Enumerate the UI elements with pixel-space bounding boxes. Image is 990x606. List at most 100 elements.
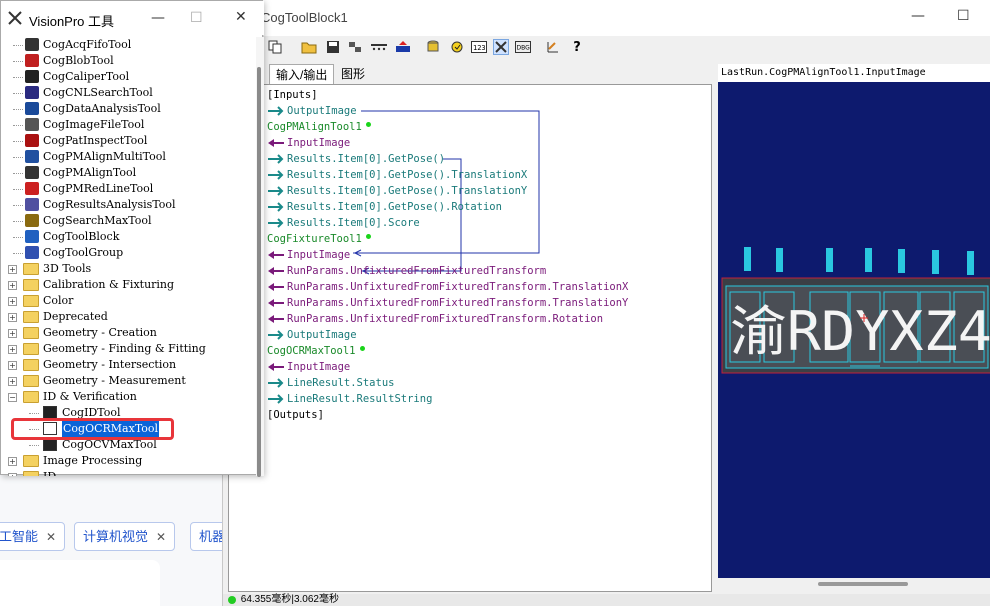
status-bar: 64.355毫秒|3.062毫秒 <box>223 594 990 606</box>
palette-scroll-thumb[interactable] <box>257 67 261 477</box>
tool-icon <box>25 102 39 115</box>
tool-item[interactable]: CogToolGroup <box>43 245 123 261</box>
add-terminal-icon[interactable] <box>347 39 363 55</box>
terminal-row[interactable]: LineResult.ResultString <box>267 391 432 407</box>
palette-title-bar: VisionPro 工具 — ☐ ✕ <box>1 1 264 35</box>
tool-item[interactable]: CogPMAlignTool <box>43 165 136 181</box>
plate-image: 渝RDYXZ4 <box>721 247 990 374</box>
folder-item[interactable]: Calibration & Fixturing <box>43 277 174 293</box>
expand-toggle-icon[interactable]: + <box>8 457 17 466</box>
tool-item[interactable]: CogToolBlock <box>43 229 119 245</box>
palette-minimize-button[interactable]: — <box>151 10 165 26</box>
help-icon[interactable]: ? <box>569 39 585 55</box>
palette-close-button[interactable]: ✕ <box>235 9 247 25</box>
outputs-node[interactable]: [Outputs] <box>267 407 324 423</box>
tool-node[interactable]: CogPMAlignTool1 <box>267 119 371 135</box>
tool-item[interactable]: CogDataAnalysisTool <box>43 101 161 117</box>
folder-icon <box>23 375 39 387</box>
folder-item[interactable]: Geometry - Intersection <box>43 357 176 373</box>
tool-item[interactable]: CogCNLSearchTool <box>43 85 153 101</box>
measure-icon[interactable] <box>545 39 561 55</box>
highlight-annotation <box>11 418 174 440</box>
expand-toggle-icon[interactable]: − <box>8 393 17 402</box>
tool-item[interactable]: CogPMRedLineTool <box>43 181 153 197</box>
expand-toggle-icon[interactable]: + <box>8 473 17 476</box>
terminal-row[interactable]: Results.Item[0].GetPose().TranslationY <box>267 183 527 199</box>
terminal-row[interactable]: RunParams.UnfixturedFromFixturedTransfor… <box>267 311 603 327</box>
tool-icon <box>25 230 39 243</box>
save-icon[interactable] <box>325 39 341 55</box>
database-icon[interactable] <box>425 39 441 55</box>
tab-io[interactable]: 输入/输出 <box>269 64 335 84</box>
folder-item[interactable]: Geometry - Measurement <box>43 373 186 389</box>
output-arrow-icon <box>268 154 284 164</box>
minimize-button[interactable]: — <box>911 8 925 24</box>
terminal-row[interactable]: Results.Item[0].Score <box>267 215 420 231</box>
copy-icon[interactable] <box>267 39 283 55</box>
tool-item[interactable]: CogCaliperTool <box>43 69 129 85</box>
tag-close-icon[interactable]: ✕ <box>46 530 56 544</box>
terminal-tree: [Inputs] OutputImage CogPMAlignTool1 InputI… <box>228 84 712 592</box>
refresh-icon[interactable] <box>449 39 465 55</box>
inputs-node[interactable]: [Inputs] <box>267 87 318 103</box>
tool-item[interactable]: CogAcqFifoTool <box>43 37 131 53</box>
terminal-row[interactable]: OutputImage <box>267 327 357 343</box>
terminal-row[interactable]: OutputImage <box>267 103 357 119</box>
debug-icon[interactable]: DBG <box>515 39 531 55</box>
tool-node[interactable]: CogOCRMaxTool1 <box>267 343 365 359</box>
terminal-row[interactable]: InputImage <box>267 359 350 375</box>
input-arrow-icon <box>268 251 284 259</box>
terminal-row[interactable]: Results.Item[0].GetPose().Rotation <box>267 199 502 215</box>
row-label: Results.Item[0].GetPose() <box>287 153 446 165</box>
tool-item[interactable]: CogSearchMaxTool <box>43 213 151 229</box>
image-scrollbar[interactable] <box>718 578 990 592</box>
tag-ai[interactable]: 工智能 ✕ <box>0 522 66 551</box>
status-dot-icon <box>359 346 365 351</box>
dots-icon[interactable] <box>371 39 387 55</box>
tool-item[interactable]: CogPMAlignMultiTool <box>43 149 166 165</box>
image-display[interactable]: 渝RDYXZ4 <box>718 82 990 578</box>
folder-item[interactable]: Geometry - Creation <box>43 325 157 341</box>
tag-computer-vision[interactable]: 计算机视觉 ✕ <box>74 522 176 551</box>
tag-close-icon[interactable]: ✕ <box>156 530 166 544</box>
open-folder-icon[interactable] <box>301 39 317 55</box>
folder-item[interactable]: Deprecated <box>43 309 108 325</box>
expand-toggle-icon[interactable]: + <box>8 329 17 338</box>
tools-icon[interactable] <box>493 39 509 55</box>
folder-item[interactable]: ID... <box>43 469 66 476</box>
maximize-button[interactable]: ☐ <box>957 8 970 24</box>
expand-toggle-icon[interactable]: + <box>8 361 17 370</box>
image-scroll-thumb[interactable] <box>818 582 908 586</box>
folder-item[interactable]: 3D Tools <box>43 261 91 277</box>
tool-item[interactable]: CogImageFileTool <box>43 117 144 133</box>
terminal-row[interactable]: RunParams.UnfixturedFromFixturedTransfor… <box>267 295 628 311</box>
palette-maximize-button[interactable]: ☐ <box>190 10 203 26</box>
run-icon[interactable] <box>395 39 411 55</box>
terminal-row[interactable]: Results.Item[0].GetPose() <box>267 151 445 167</box>
folder-item[interactable]: ID & Verification <box>43 389 137 405</box>
terminal-row[interactable]: InputImage <box>267 247 350 263</box>
folder-item[interactable]: Geometry - Finding & Fitting <box>43 341 206 357</box>
counter-icon[interactable]: 123 <box>471 39 487 55</box>
terminal-row[interactable]: Results.Item[0].GetPose().TranslationX <box>267 167 527 183</box>
folder-item[interactable]: Color <box>43 293 73 309</box>
expand-toggle-icon[interactable]: + <box>8 265 17 274</box>
tool-item[interactable]: CogBlobTool <box>43 53 114 69</box>
folder-item[interactable]: Image Processing <box>43 453 142 469</box>
expand-toggle-icon[interactable]: + <box>8 281 17 290</box>
terminal-row[interactable]: InputImage <box>267 135 350 151</box>
tool-item[interactable]: CogPatInspectTool <box>43 133 147 149</box>
tool-item[interactable]: CogResultsAnalysisTool <box>43 197 176 213</box>
terminal-row[interactable]: RunParams.UnfixturedFromFixturedTransfor… <box>267 263 546 279</box>
tool-node[interactable]: CogFixtureTool1 <box>267 231 371 247</box>
tab-graphics[interactable]: 图形 <box>335 64 371 84</box>
output-arrow-icon <box>268 202 284 212</box>
expand-toggle-icon[interactable]: + <box>8 297 17 306</box>
terminal-row[interactable]: LineResult.Status <box>267 375 394 391</box>
tree-connector <box>29 413 39 414</box>
palette-scrollbar[interactable] <box>256 37 264 477</box>
expand-toggle-icon[interactable]: + <box>8 377 17 386</box>
expand-toggle-icon[interactable]: + <box>8 313 17 322</box>
expand-toggle-icon[interactable]: + <box>8 345 17 354</box>
terminal-row[interactable]: RunParams.UnfixturedFromFixturedTransfor… <box>267 279 628 295</box>
